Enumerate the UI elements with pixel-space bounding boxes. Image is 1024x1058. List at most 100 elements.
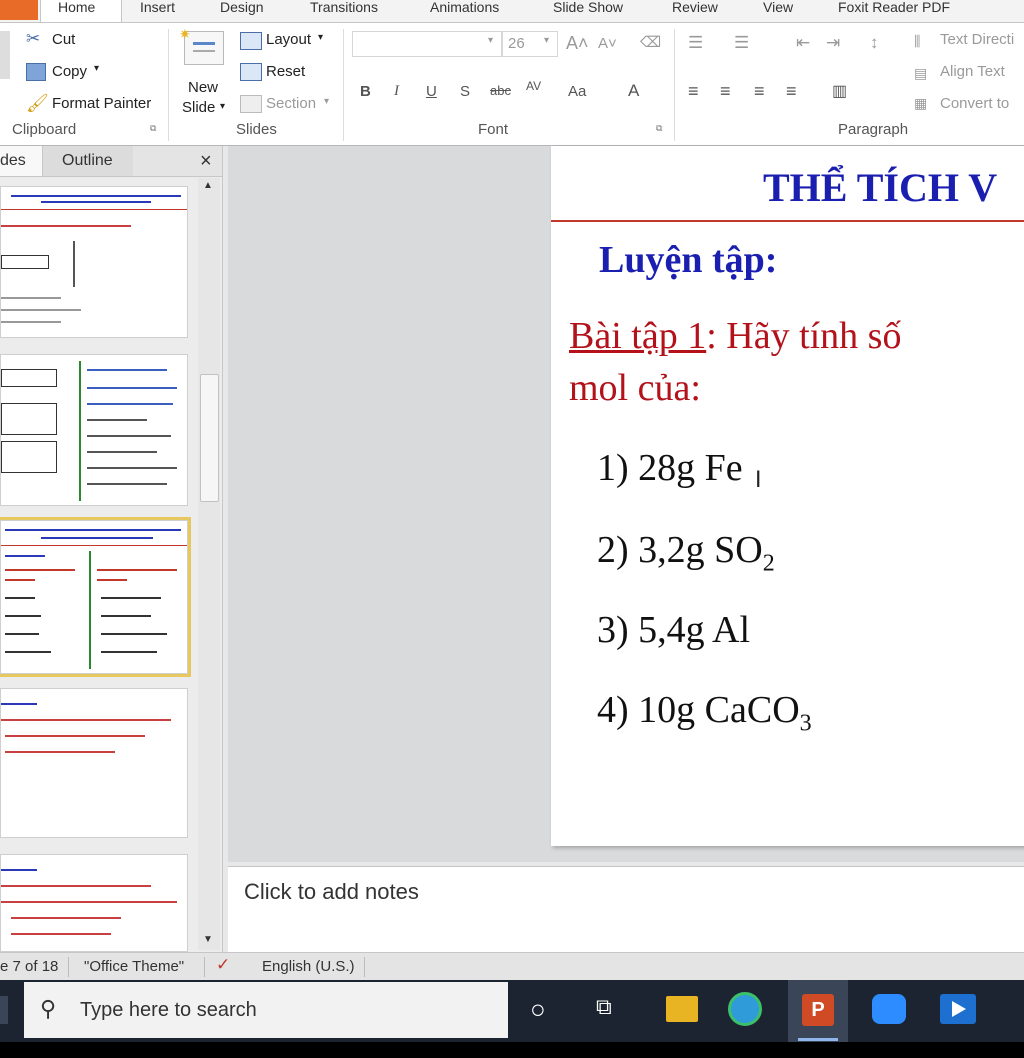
file-explorer-icon[interactable] [666, 996, 698, 1022]
layout-icon [240, 32, 262, 50]
slide-position: e 7 of 18 [0, 958, 59, 975]
align-left-icon[interactable]: ≡ [688, 81, 699, 102]
layout-button[interactable]: Layout [266, 31, 311, 48]
strikethrough-button[interactable]: abc [490, 83, 511, 98]
format-painter-button[interactable]: Format Painter [52, 95, 151, 112]
increase-indent-icon[interactable]: ⇥ [826, 33, 840, 53]
search-placeholder[interactable]: Type here to search [80, 999, 257, 1022]
convert-smartart-button[interactable]: Convert to [940, 95, 1009, 112]
shadow-button[interactable]: S [460, 83, 470, 100]
cut-button[interactable]: Cut [52, 31, 75, 48]
spell-check-icon[interactable]: ✓ [216, 955, 230, 975]
underline-button[interactable]: U [426, 83, 437, 100]
title-clipped-line [595, 146, 1024, 150]
media-player-icon[interactable] [940, 994, 976, 1024]
tab-home-label[interactable]: Home [58, 0, 95, 14]
list-item-number: 4) [597, 689, 629, 731]
font-size-dropdown-icon[interactable]: ▾ [544, 35, 549, 46]
theme-name[interactable]: "Office Theme" [84, 958, 184, 975]
list-item[interactable]: 4) 10g CaCO3 [597, 688, 812, 738]
slide[interactable]: THỂ TÍCH V Luyện tập: Bài tập 1: Hãy tín… [551, 146, 1024, 846]
pane-tabs: des Outline × [0, 146, 222, 177]
decrease-indent-icon[interactable]: ⇤ [796, 33, 810, 53]
slide-title[interactable]: THỂ TÍCH V [763, 164, 997, 211]
bullets-icon[interactable]: ☰ [688, 33, 703, 53]
exercise-label: Bài tập 1 [569, 315, 707, 357]
clear-formatting-icon[interactable]: ⌫ [640, 33, 661, 51]
list-item[interactable]: 1) 28g Fe [597, 446, 743, 490]
align-right-icon[interactable]: ≡ [754, 81, 765, 102]
slide-thumbnail-9[interactable] [0, 854, 188, 952]
zoom-icon[interactable] [872, 994, 906, 1024]
list-item-number: 3) [597, 609, 629, 651]
font-color-icon[interactable]: A [628, 81, 639, 101]
shrink-font-icon[interactable]: A˅ [598, 35, 617, 52]
list-item[interactable]: 2) 3,2g SO2 [597, 528, 775, 578]
change-case-icon[interactable]: Aa [568, 83, 586, 100]
list-item[interactable]: 3) 5,4g Al [597, 608, 750, 652]
new-slide-label-2[interactable]: Slide [182, 99, 215, 116]
line-spacing-icon[interactable]: ↕ [870, 33, 879, 53]
character-spacing-icon[interactable]: AV [526, 79, 541, 93]
screen-bottom-edge [0, 1042, 1024, 1058]
file-tab[interactable] [0, 0, 38, 20]
task-view-icon[interactable]: ⧉ [596, 994, 612, 1020]
start-button[interactable] [0, 996, 8, 1024]
powerpoint-taskbar-button[interactable]: P [788, 980, 848, 1042]
layout-dropdown-icon[interactable]: ▾ [318, 32, 323, 43]
reset-button[interactable]: Reset [266, 63, 305, 80]
copy-button[interactable]: Copy [52, 63, 87, 80]
bold-button[interactable]: B [360, 83, 371, 100]
list-item-text: 3,2g SO [638, 529, 763, 571]
cortana-icon[interactable]: ○ [530, 994, 546, 1025]
section-dropdown-icon[interactable]: ▾ [324, 96, 329, 107]
text-direction-button[interactable]: Text Directi [940, 31, 1014, 48]
tab-foxit[interactable]: Foxit Reader PDF [838, 0, 950, 14]
font-name-select[interactable] [352, 31, 502, 57]
grow-font-icon[interactable]: A˄ [566, 33, 589, 54]
taskbar-search-box[interactable]: ⚲ Type here to search [24, 982, 508, 1038]
tab-view[interactable]: View [763, 0, 793, 14]
tab-review[interactable]: Review [672, 0, 718, 14]
slide-thumbnail-8[interactable] [0, 688, 188, 838]
align-center-icon[interactable]: ≡ [720, 81, 731, 102]
slide-thumbnail-6[interactable] [0, 354, 188, 506]
tab-animations[interactable]: Animations [430, 0, 499, 14]
scroll-up-icon[interactable]: ▲ [203, 180, 213, 191]
italic-button[interactable]: I [394, 83, 399, 100]
justify-icon[interactable]: ≡ [786, 81, 797, 102]
notes-pane[interactable]: Click to add notes [228, 866, 1024, 953]
section-button[interactable]: Section [266, 95, 316, 112]
paste-icon[interactable] [0, 31, 10, 79]
numbering-icon[interactable]: ☰ [734, 33, 749, 53]
new-slide-label[interactable]: New [188, 79, 218, 96]
exercise-line-1[interactable]: Bài tập 1: Hãy tính số [569, 314, 901, 358]
font-launcher-icon[interactable]: ⧉ [656, 123, 662, 134]
font-name-dropdown-icon[interactable]: ▾ [488, 35, 493, 46]
tab-outline-label[interactable]: Outline [62, 152, 113, 170]
close-pane-icon[interactable]: × [200, 150, 212, 173]
slide-heading[interactable]: Luyện tập: [599, 238, 777, 282]
slides-group-label: Slides [236, 121, 277, 138]
slides-scrollbar[interactable]: ▲ ▼ [198, 178, 220, 950]
tab-insert[interactable]: Insert [140, 0, 175, 14]
tab-slides-label[interactable]: des [0, 152, 26, 170]
new-slide-dropdown-icon[interactable]: ▾ [220, 101, 225, 112]
align-text-button[interactable]: Align Text [940, 63, 1005, 80]
clipboard-launcher-icon[interactable]: ⧉ [150, 123, 156, 134]
slide-thumbnail-7-selected[interactable] [0, 517, 191, 677]
notes-placeholder[interactable]: Click to add notes [244, 879, 419, 905]
tab-transitions[interactable]: Transitions [310, 0, 378, 14]
tab-design[interactable]: Design [220, 0, 264, 14]
language[interactable]: English (U.S.) [262, 958, 355, 975]
windows-taskbar: ⚲ Type here to search ○ ⧉ P [0, 980, 1024, 1042]
tab-slide-show[interactable]: Slide Show [553, 0, 623, 14]
copy-dropdown-icon[interactable]: ▾ [94, 63, 99, 74]
columns-icon[interactable]: ▥ [832, 81, 847, 101]
slide-thumbnail-5[interactable] [0, 186, 188, 338]
edge-browser-icon[interactable] [728, 992, 762, 1026]
exercise-line-2[interactable]: mol của: [569, 366, 701, 410]
scroll-thumb[interactable] [200, 374, 219, 502]
scroll-down-icon[interactable]: ▼ [203, 934, 213, 945]
new-slide-icon[interactable]: ✷ [179, 27, 224, 65]
